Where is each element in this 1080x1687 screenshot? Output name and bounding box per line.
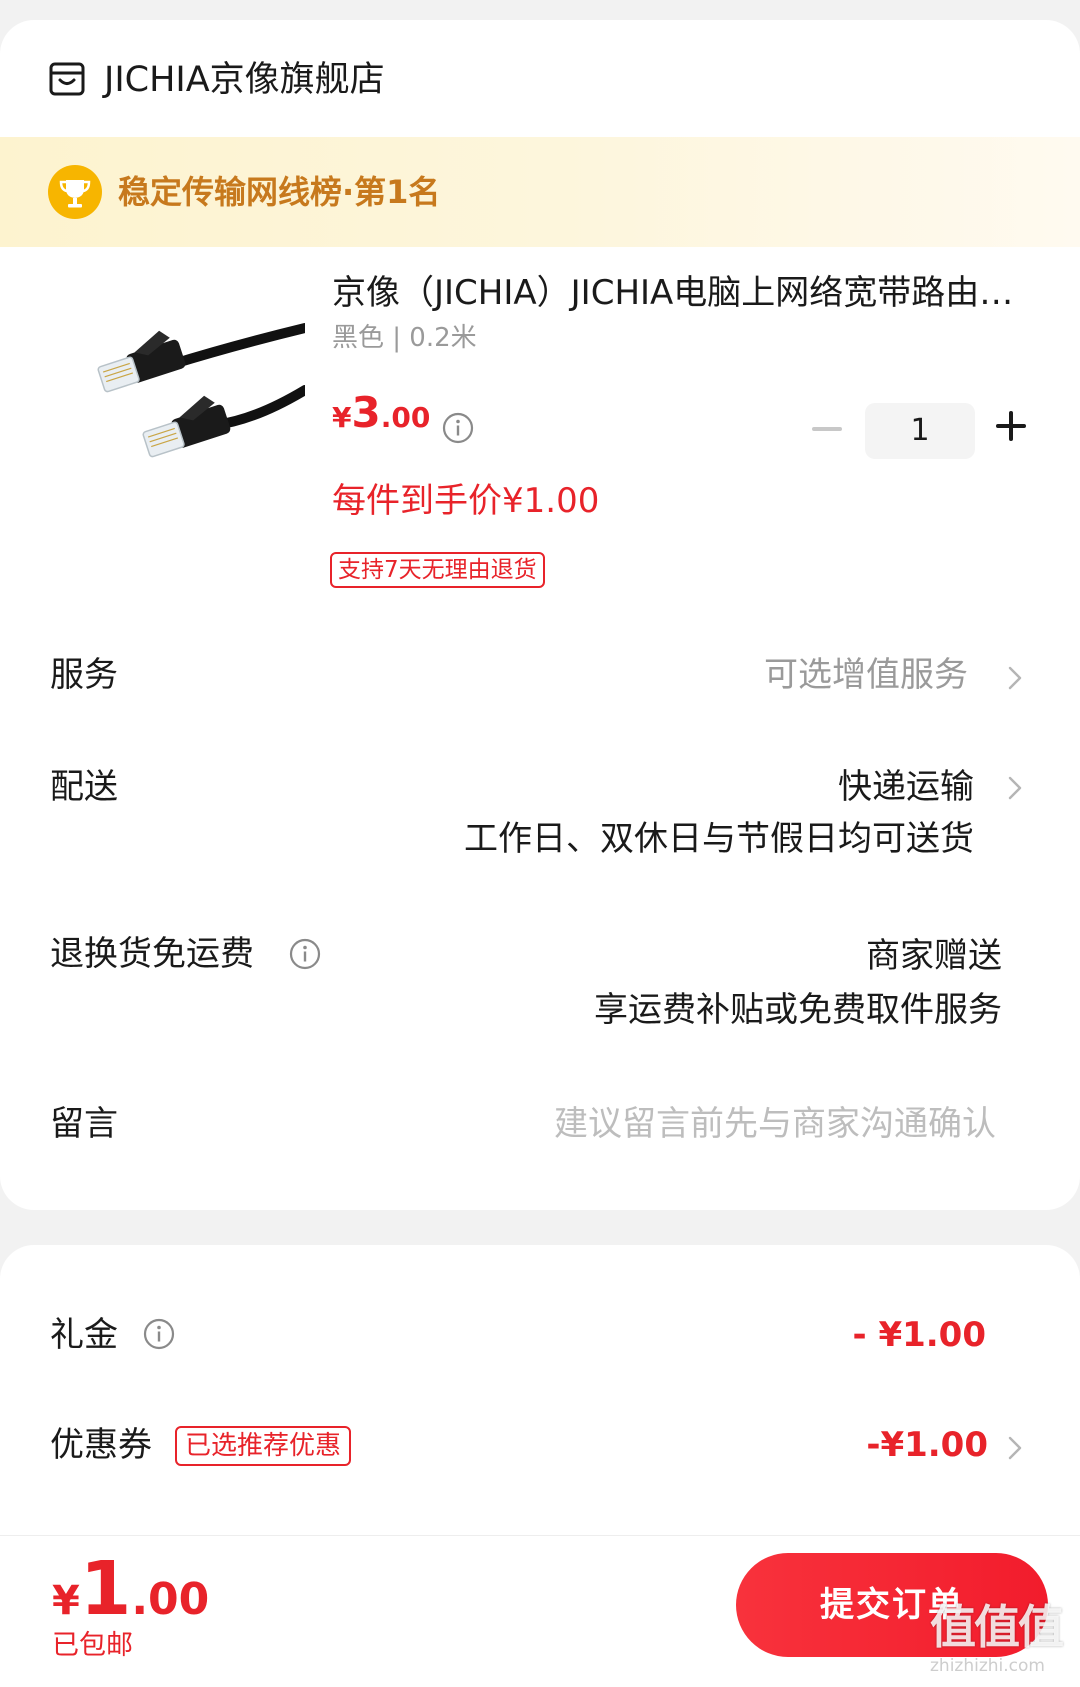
info-icon[interactable] <box>289 938 321 970</box>
watermark-logo: 值值值 <box>930 1600 1064 1654</box>
ranking-banner[interactable]: 稳定传输网线榜·第1名 <box>0 137 1080 247</box>
chevron-right-icon[interactable] <box>1008 776 1022 800</box>
ranking-text: 稳定传输网线榜·第1名 <box>118 173 441 211</box>
product-image[interactable] <box>75 290 305 490</box>
delivery-note: 工作日、双休日与节假日均可送货 <box>464 819 974 859</box>
info-icon[interactable] <box>143 1318 175 1350</box>
chevron-right-icon[interactable] <box>1008 666 1022 690</box>
info-icon[interactable] <box>442 412 474 444</box>
coupon-value[interactable]: -¥1.00 <box>866 1422 988 1468</box>
coupon-label: 优惠券 <box>50 1425 152 1465</box>
return-shipping-label: 退换货免运费 <box>50 934 254 974</box>
service-label: 服务 <box>50 655 118 695</box>
order-total: ¥ 1 .00 <box>52 1546 209 1632</box>
product-price: ¥ 3 .00 <box>332 388 430 437</box>
quantity-decrease-button[interactable] <box>812 427 842 431</box>
message-input[interactable]: 建议留言前先与商家沟通确认 <box>554 1101 996 1147</box>
total-integer: 1 <box>79 1546 132 1632</box>
delivery-value[interactable]: 快递运输 <box>838 764 974 810</box>
trophy-icon <box>48 165 102 219</box>
store-icon <box>49 62 85 96</box>
return-shipping-value: 商家赠送 <box>866 936 1002 976</box>
product-spec[interactable]: 黑色 | 0.2米 <box>332 320 477 356</box>
price-decimal: .00 <box>380 401 431 434</box>
gift-money-label: 礼金 <box>50 1315 118 1355</box>
watermark-url: zhizhizhi.com <box>930 1656 1045 1676</box>
service-value[interactable]: 可选增值服务 <box>764 652 968 698</box>
return-shipping-note: 享运费补贴或免费取件服务 <box>594 990 1002 1030</box>
return-policy-badge: 支持7天无理由退货 <box>330 552 545 588</box>
coupon-recommended-badge: 已选推荐优惠 <box>175 1426 352 1466</box>
total-symbol: ¥ <box>52 1578 80 1624</box>
store-name[interactable]: JICHIA京像旗舰店 <box>104 58 385 102</box>
total-decimal: .00 <box>131 1574 210 1625</box>
message-label: 留言 <box>50 1104 118 1144</box>
product-title[interactable]: 京像（JICHIA）JICHIA电脑上网络宽带路由器连接线 <box>332 270 1022 316</box>
unit-price-after-discount: 每件到手价¥1.00 <box>332 481 600 521</box>
store-header[interactable]: JICHIA京像旗舰店 <box>0 20 1080 137</box>
free-shipping-label: 已包邮 <box>52 1630 133 1661</box>
gift-money-value: - ¥1.00 <box>852 1315 987 1355</box>
quantity-input[interactable]: 1 <box>865 403 975 459</box>
price-integer: 3 <box>351 388 381 437</box>
price-symbol: ¥ <box>332 401 352 434</box>
chevron-right-icon[interactable] <box>1008 1436 1022 1460</box>
site-watermark: 值值值 zhizhizhi.com <box>930 1602 1070 1682</box>
quantity-increase-button[interactable] <box>996 411 1026 441</box>
delivery-label: 配送 <box>50 767 118 807</box>
